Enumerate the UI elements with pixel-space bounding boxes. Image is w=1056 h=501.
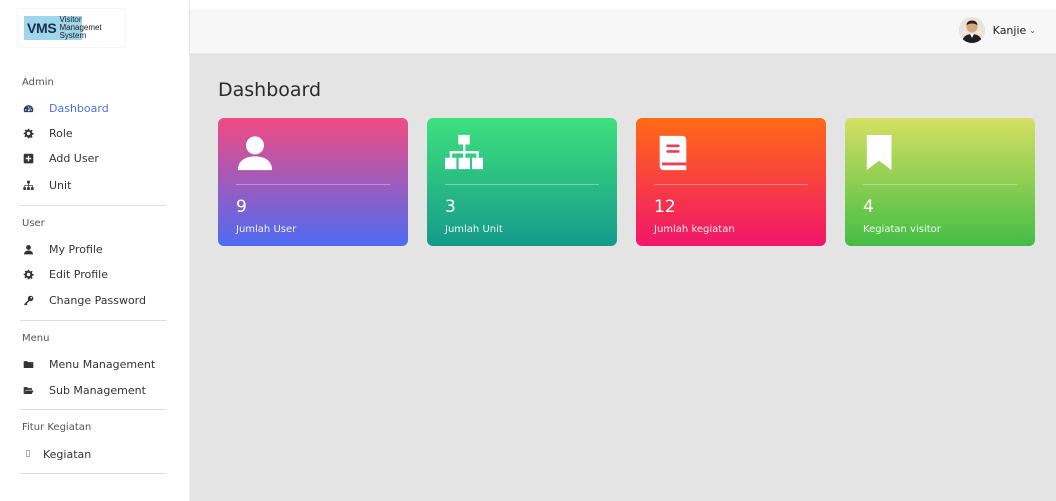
sidebar: VMS Visitor Managemet System Admin Dashb… [0, 0, 190, 501]
plus-square-icon [22, 152, 34, 164]
card-value: 12 [654, 197, 676, 217]
sidebar-item-sub-management[interactable]: Sub Management [22, 381, 146, 399]
sidebar-item-label: My Profile [49, 242, 103, 256]
sidebar-heading-user: User [22, 218, 45, 229]
gear-icon [22, 268, 34, 280]
folder-open-icon [22, 384, 34, 396]
sidebar-divider [20, 205, 166, 206]
sidebar-item-role[interactable]: Role [22, 124, 73, 142]
sidebar-heading-fitur-kegiatan: Fitur Kegiatan [22, 422, 92, 433]
card-divider [863, 184, 1017, 185]
card-kegiatan-visitor[interactable]: 4 Kegiatan visitor [845, 118, 1035, 246]
sitemap-icon [22, 179, 34, 191]
brand-name: Visitor Managemet System [59, 16, 101, 40]
sidebar-divider [20, 409, 166, 410]
card-value: 9 [236, 197, 247, 217]
sidebar-item-unit[interactable]: Unit [22, 176, 71, 194]
sidebar-item-kegiatan[interactable]: ▯ Kegiatan [22, 445, 92, 463]
main-content: Dashboard 9 Jumlah User 3 Jumlah Unit 12… [190, 53, 1056, 501]
key-icon [22, 294, 34, 306]
avatar [958, 17, 985, 43]
card-jumlah-kegiatan[interactable]: 12 Jumlah kegiatan [636, 118, 826, 246]
user-icon [236, 134, 276, 174]
sidebar-item-label: Add User [49, 151, 99, 165]
sidebar-item-label: Role [49, 126, 73, 140]
brand-mark: VMS Visitor Managemet System [24, 16, 102, 40]
bookmark-icon [863, 134, 903, 174]
missing-glyph-icon: ▯ [25, 449, 31, 459]
topbar: Kanjie ⌄ [190, 9, 1056, 53]
sidebar-item-edit-profile[interactable]: Edit Profile [22, 265, 108, 283]
sidebar-item-change-password[interactable]: Change Password [22, 291, 146, 309]
sidebar-divider [20, 320, 166, 321]
brand-logo[interactable]: VMS Visitor Managemet System [18, 9, 124, 47]
user-dropdown[interactable]: Kanjie ⌄ [958, 17, 1036, 43]
sitemap-icon [445, 134, 485, 174]
brand-line-3: System [59, 31, 87, 40]
brand-mark-text: VMS [27, 20, 57, 36]
sidebar-item-label: Menu Management [49, 357, 156, 371]
card-value: 4 [863, 197, 874, 217]
sidebar-item-dashboard[interactable]: Dashboard [22, 99, 109, 117]
card-label: Jumlah kegiatan [654, 224, 735, 235]
card-value: 3 [445, 197, 456, 217]
card-label: Kegiatan visitor [863, 224, 941, 235]
card-jumlah-unit[interactable]: 3 Jumlah Unit [427, 118, 617, 246]
sidebar-item-label: Dashboard [49, 101, 109, 115]
user-icon [22, 243, 34, 255]
chevron-down-icon: ⌄ [1029, 25, 1036, 35]
sidebar-heading-menu: Menu [22, 333, 50, 344]
card-label: Jumlah Unit [445, 224, 503, 235]
sidebar-item-menu-management[interactable]: Menu Management [22, 355, 155, 373]
card-divider [654, 184, 808, 185]
card-divider [445, 184, 599, 185]
user-name: Kanjie [992, 23, 1027, 37]
book-icon [654, 134, 694, 174]
card-label: Jumlah User [236, 224, 297, 235]
sidebar-item-label: Unit [49, 178, 72, 192]
sidebar-item-my-profile[interactable]: My Profile [22, 240, 103, 258]
card-jumlah-user[interactable]: 9 Jumlah User [218, 118, 408, 246]
gear-icon [22, 127, 34, 139]
sidebar-item-label: Change Password [49, 293, 146, 307]
sidebar-item-label: Kegiatan [43, 447, 92, 461]
sidebar-heading-admin: Admin [22, 77, 54, 88]
sidebar-divider [20, 473, 166, 474]
sidebar-item-add-user[interactable]: Add User [22, 149, 99, 167]
sidebar-item-label: Edit Profile [49, 267, 109, 281]
sidebar-item-label: Sub Management [49, 383, 146, 397]
tachometer-icon [22, 102, 34, 114]
folder-icon [22, 358, 34, 370]
card-divider [236, 184, 390, 185]
page-title: Dashboard [218, 79, 322, 101]
